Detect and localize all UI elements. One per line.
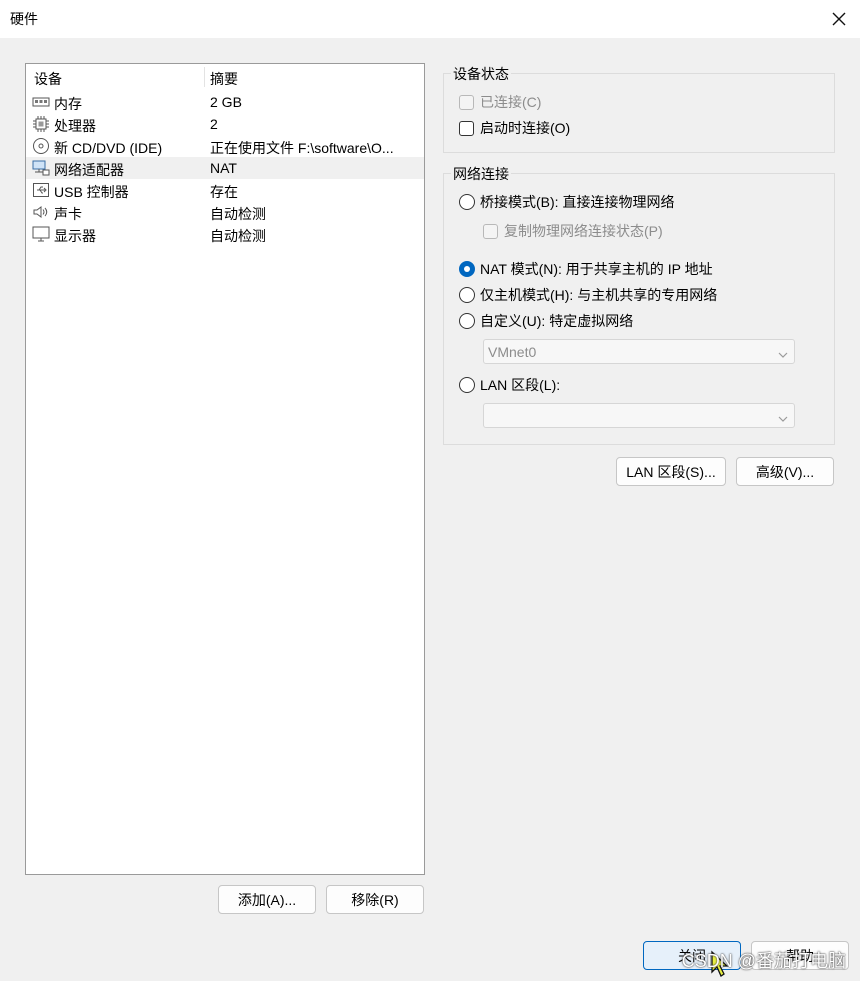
connected-checkbox[interactable]: 已连接(C)	[459, 92, 541, 112]
add-device-button[interactable]: 添加(A)...	[218, 885, 316, 914]
memory-icon	[32, 93, 50, 111]
device-summary: 自动检测	[210, 228, 266, 244]
advanced-button[interactable]: 高级(V)...	[736, 457, 834, 486]
connect-on-start-checkbox[interactable]: 启动时连接(O)	[459, 118, 570, 138]
device-name: USB 控制器	[54, 184, 129, 200]
device-status-group	[443, 73, 835, 153]
column-header-summary[interactable]: 摘要	[210, 69, 238, 89]
monitor-icon	[32, 225, 50, 243]
usb-icon	[32, 181, 50, 199]
connect-on-start-label: 启动时连接(O)	[480, 120, 571, 136]
column-header-device[interactable]: 设备	[34, 69, 62, 89]
window-title: 硬件	[10, 11, 38, 27]
device-row-processor[interactable]: 处理器 2	[26, 113, 424, 135]
device-status-label: 设备状态	[451, 64, 511, 84]
bridged-radio[interactable]: 桥接模式(B): 直接连接物理网络	[459, 192, 674, 212]
device-row-cd-dvd[interactable]: 新 CD/DVD (IDE) 正在使用文件 F:\software\O...	[26, 135, 424, 157]
hardware-dialog: 硬件 设备 摘要 内存 2 GB 处理器 2 新 CD/DVD (IDE) 正在…	[0, 0, 860, 979]
device-summary: 自动检测	[210, 206, 266, 222]
network-adapter-icon	[32, 159, 50, 177]
replicate-state-label: 复制物理网络连接状态(P)	[504, 223, 663, 239]
device-name: 声卡	[54, 206, 82, 222]
radio-circle	[459, 287, 475, 303]
lan-segment-label: LAN 区段(L):	[480, 377, 561, 393]
device-row-memory[interactable]: 内存 2 GB	[26, 91, 424, 113]
device-summary: 正在使用文件 F:\software\O...	[210, 140, 394, 156]
lan-segment-radio[interactable]: LAN 区段(L):	[459, 375, 560, 395]
watermark: CSDN @番茄打电脑	[681, 951, 846, 971]
cd-dvd-icon	[32, 137, 50, 155]
device-row-display[interactable]: 显示器 自动检测	[26, 223, 424, 245]
hostonly-label: 仅主机模式(H): 与主机共享的专用网络	[480, 287, 718, 303]
checkbox-box	[483, 223, 498, 239]
remove-device-button[interactable]: 移除(R)	[326, 885, 424, 914]
device-name: 网络适配器	[54, 162, 124, 178]
speaker-icon	[32, 203, 50, 221]
processor-icon	[32, 115, 50, 133]
custom-network-select[interactable]: VMnet0	[483, 339, 795, 364]
custom-radio[interactable]: 自定义(U): 特定虚拟网络	[459, 311, 633, 331]
device-list[interactable]: 设备 摘要 内存 2 GB 处理器 2 新 CD/DVD (IDE) 正在使用文…	[25, 63, 425, 875]
device-row-network-adapter[interactable]: 网络适配器 NAT	[26, 157, 424, 179]
device-name: 内存	[54, 96, 82, 112]
custom-network-value: VMnet0	[488, 344, 537, 360]
chevron-down-icon	[778, 411, 788, 422]
close-icon[interactable]	[826, 6, 852, 32]
custom-label: 自定义(U): 特定虚拟网络	[480, 313, 634, 329]
nat-label: NAT 模式(N): 用于共享主机的 IP 地址	[480, 261, 713, 277]
device-summary: NAT	[210, 160, 237, 176]
connected-label: 已连接(C)	[480, 94, 542, 110]
nat-radio[interactable]: NAT 模式(N): 用于共享主机的 IP 地址	[459, 259, 713, 279]
radio-circle	[459, 194, 475, 210]
chevron-down-icon	[778, 347, 788, 358]
checkbox-box	[459, 120, 474, 136]
device-row-usb[interactable]: USB 控制器 存在	[26, 179, 424, 201]
lan-segments-button[interactable]: LAN 区段(S)...	[616, 457, 726, 486]
radio-circle	[459, 377, 475, 393]
network-connection-label: 网络连接	[451, 164, 511, 184]
device-summary: 存在	[210, 184, 238, 200]
device-name: 显示器	[54, 228, 96, 244]
bridged-label: 桥接模式(B): 直接连接物理网络	[480, 194, 675, 210]
device-name: 处理器	[54, 118, 96, 134]
radio-circle	[459, 313, 475, 329]
replicate-state-checkbox[interactable]: 复制物理网络连接状态(P)	[483, 221, 663, 241]
title-bar: 硬件	[0, 0, 860, 38]
checkbox-box	[459, 94, 474, 110]
device-name: 新 CD/DVD (IDE)	[54, 140, 163, 156]
device-summary: 2	[210, 116, 218, 132]
device-row-sound-card[interactable]: 声卡 自动检测	[26, 201, 424, 223]
radio-circle-selected	[459, 261, 475, 277]
hostonly-radio[interactable]: 仅主机模式(H): 与主机共享的专用网络	[459, 285, 717, 305]
list-header: 设备 摘要	[26, 64, 424, 90]
lan-segment-select[interactable]	[483, 403, 795, 428]
device-summary: 2 GB	[210, 94, 242, 110]
column-divider[interactable]	[204, 67, 205, 87]
